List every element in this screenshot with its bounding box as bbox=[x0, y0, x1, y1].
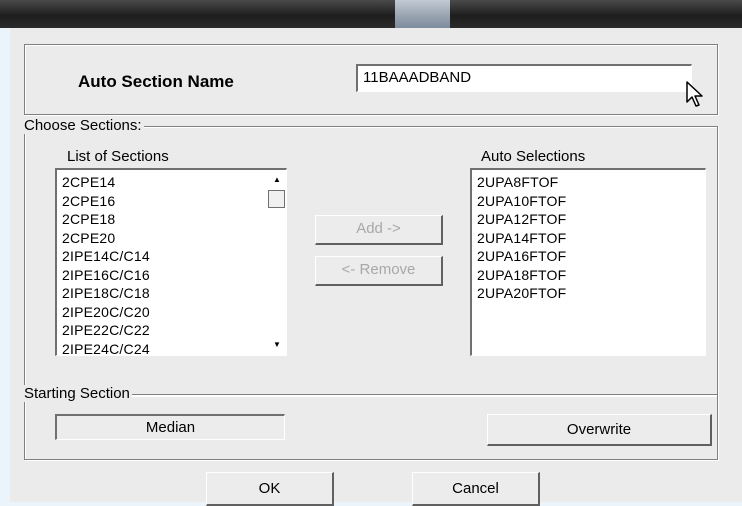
scroll-up-arrow-icon[interactable]: ▲ bbox=[268, 172, 286, 188]
list-item[interactable]: 2CPE20 bbox=[57, 229, 286, 248]
auto-selections-listbox[interactable]: 2UPA8FTOF 2UPA10FTOF 2UPA12FTOF 2UPA14FTOF 2… bbox=[470, 168, 706, 356]
overwrite-button[interactable]: Overwrite bbox=[487, 414, 712, 446]
list-scrollbar[interactable]: ▲ ▼ bbox=[268, 170, 286, 355]
list-item[interactable]: 2UPA18FTOF bbox=[472, 266, 705, 285]
titlebar-highlight bbox=[395, 0, 450, 28]
list-item[interactable]: 2CPE18 bbox=[57, 210, 286, 229]
scroll-thumb[interactable] bbox=[268, 190, 285, 208]
cancel-button[interactable]: Cancel bbox=[412, 472, 540, 506]
list-item[interactable]: 2UPA20FTOF bbox=[472, 284, 705, 303]
add-button[interactable]: Add -> bbox=[315, 215, 443, 245]
auto-section-name-label: Auto Section Name bbox=[78, 72, 234, 91]
list-item[interactable]: 2CPE16 bbox=[57, 192, 286, 211]
list-item[interactable]: 2IPE24C/C24 bbox=[57, 340, 286, 356]
list-item[interactable]: 2CPE14 bbox=[57, 173, 286, 192]
list-of-sections-label: List of Sections bbox=[67, 148, 169, 165]
auto-selections-label: Auto Selections bbox=[481, 148, 586, 165]
auto-select-dialog: Auto Section Name 11BAAADBAND Choose Sec… bbox=[10, 28, 742, 506]
mouse-pointer-icon bbox=[686, 81, 703, 107]
list-item[interactable]: 2IPE14C/C14 bbox=[57, 247, 286, 266]
list-item[interactable]: 2IPE20C/C20 bbox=[57, 303, 286, 322]
list-item[interactable]: 2UPA12FTOF bbox=[472, 210, 705, 229]
remove-button[interactable]: <- Remove bbox=[315, 256, 443, 286]
list-item[interactable]: 2UPA10FTOF bbox=[472, 192, 705, 211]
list-item[interactable]: 2IPE16C/C16 bbox=[57, 266, 286, 285]
starting-section-value: Median bbox=[55, 414, 285, 440]
auto-section-name-field[interactable]: 11BAAADBAND bbox=[356, 64, 692, 92]
starting-section-legend: Starting Section bbox=[22, 385, 132, 402]
list-item[interactable]: 2UPA14FTOF bbox=[472, 229, 705, 248]
list-item[interactable]: 2UPA16FTOF bbox=[472, 247, 705, 266]
list-item[interactable]: 2IPE18C/C18 bbox=[57, 284, 286, 303]
list-item[interactable]: 2IPE22C/C22 bbox=[57, 321, 286, 340]
list-of-sections-listbox[interactable]: 2CPE14 2CPE16 2CPE18 2CPE20 2IPE14C/C14 2IPE1… bbox=[55, 168, 287, 356]
list-item[interactable]: 2UPA8FTOF bbox=[472, 173, 705, 192]
scroll-down-arrow-icon[interactable]: ▼ bbox=[268, 337, 286, 353]
choose-sections-legend: Choose Sections: bbox=[22, 117, 144, 134]
ok-button[interactable]: OK bbox=[206, 472, 334, 506]
window-titlebar bbox=[0, 0, 742, 28]
